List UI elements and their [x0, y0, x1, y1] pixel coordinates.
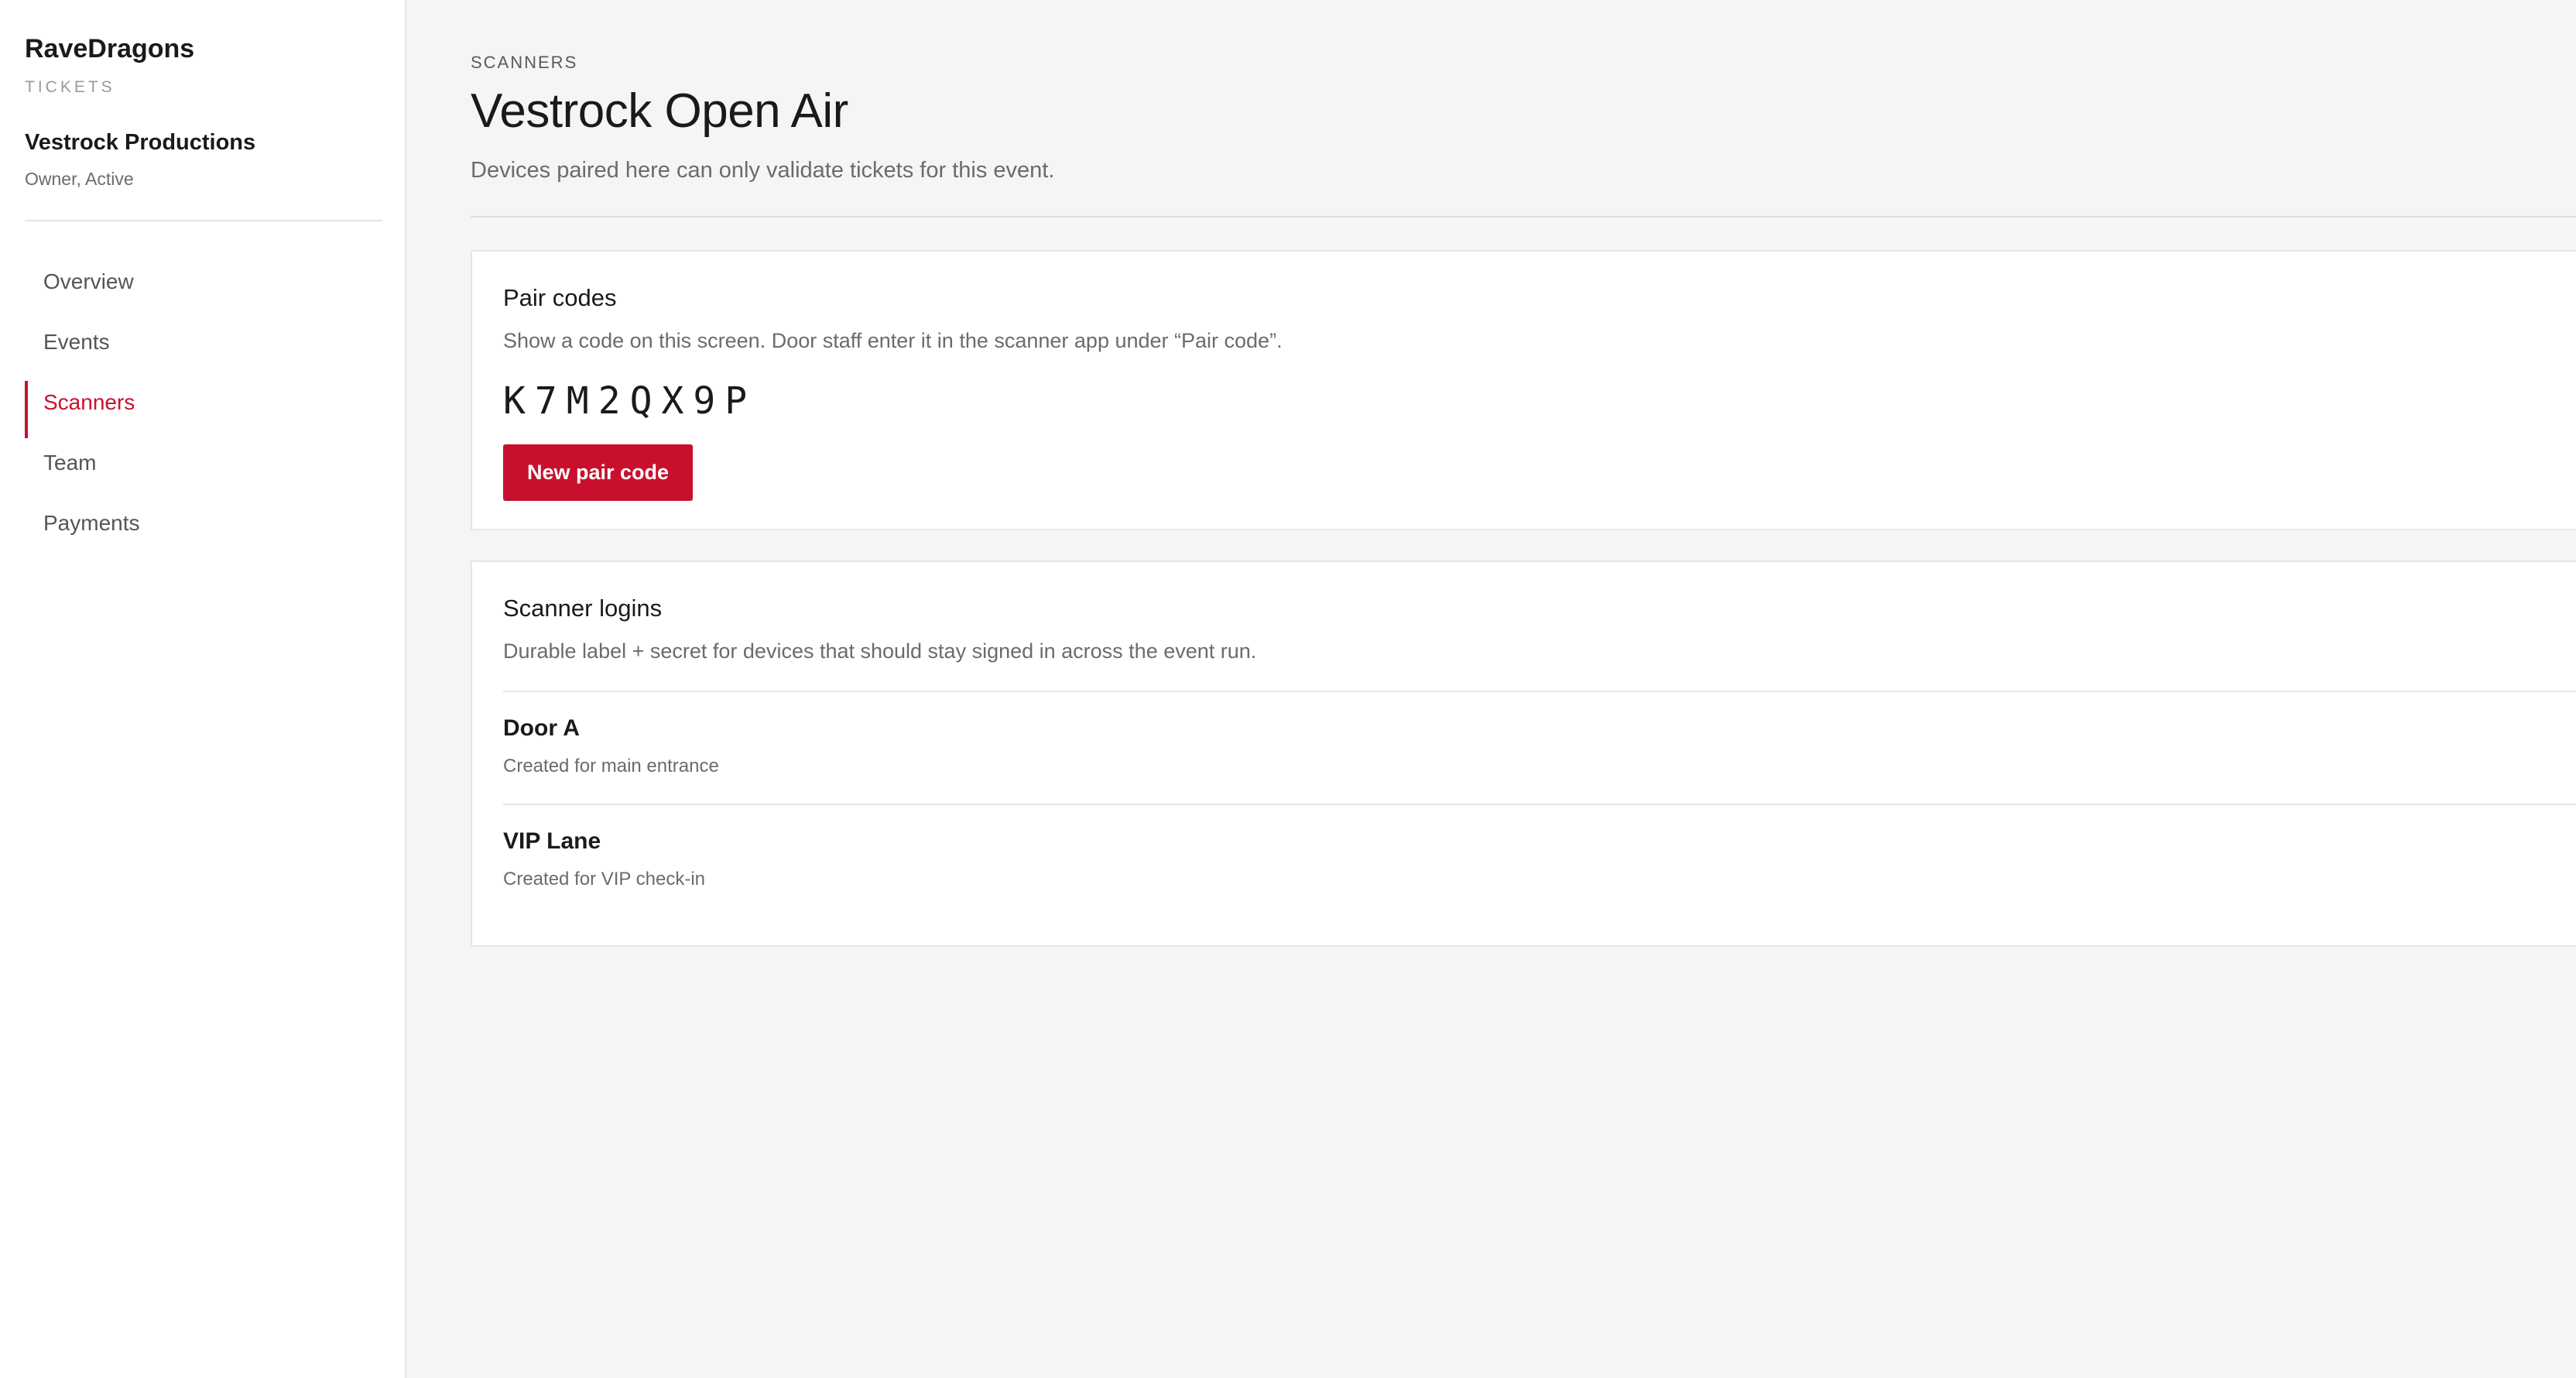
sidebar-item-payments[interactable]: Payments	[25, 503, 382, 564]
new-pair-code-button[interactable]: New pair code	[503, 444, 693, 501]
pair-codes-card: Pair codes Show a code on this screen. D…	[471, 250, 2576, 530]
scanner-login-item[interactable]: Door A Created for main entrance	[503, 692, 2576, 793]
sidebar-item-scanners[interactable]: Scanners	[25, 381, 382, 443]
section-eyebrow: SCANNERS	[471, 53, 578, 72]
header-divider	[471, 216, 2576, 218]
scanner-logins-title: Scanner logins	[503, 595, 663, 622]
app-shell: RaveDragons TICKETS Vestrock Productions…	[0, 0, 2576, 1378]
pair-codes-description: Show a code on this screen. Door staff e…	[503, 329, 1283, 352]
scanner-login-item[interactable]: VIP Lane Created for VIP check-in	[503, 805, 2576, 906]
sidebar: RaveDragons TICKETS Vestrock Productions…	[0, 0, 406, 1378]
sidebar-item-events[interactable]: Events	[25, 322, 382, 382]
scanner-logins-card: Scanner logins Durable label + secret fo…	[471, 560, 2576, 947]
page-title: Vestrock Open Air	[471, 84, 848, 138]
scanner-logins-description: Durable label + secret for devices that …	[503, 639, 1257, 663]
pair-code-value: K7M2QX9P	[503, 379, 757, 423]
pair-codes-title: Pair codes	[503, 284, 617, 311]
brand-name: RaveDragons	[25, 34, 195, 63]
sidebar-nav: Overview Events Scanners Team Payments	[25, 262, 382, 564]
scanner-login-name: Door A	[503, 715, 580, 741]
scanner-login-note: Created for VIP check-in	[503, 869, 706, 890]
organization-role: Owner, Active	[25, 169, 134, 189]
scanner-login-name: VIP Lane	[503, 828, 601, 854]
sidebar-item-team[interactable]: Team	[25, 443, 382, 503]
sidebar-item-overview[interactable]: Overview	[25, 262, 382, 322]
page-description: Devices paired here can only validate ti…	[471, 158, 1055, 183]
organization-name: Vestrock Productions	[25, 130, 256, 155]
main-content: SCANNERS Vestrock Open Air Devices paire…	[471, 0, 2576, 1378]
sidebar-divider	[25, 220, 382, 221]
brand-subtitle: TICKETS	[25, 78, 115, 96]
scanner-login-note: Created for main entrance	[503, 756, 719, 776]
